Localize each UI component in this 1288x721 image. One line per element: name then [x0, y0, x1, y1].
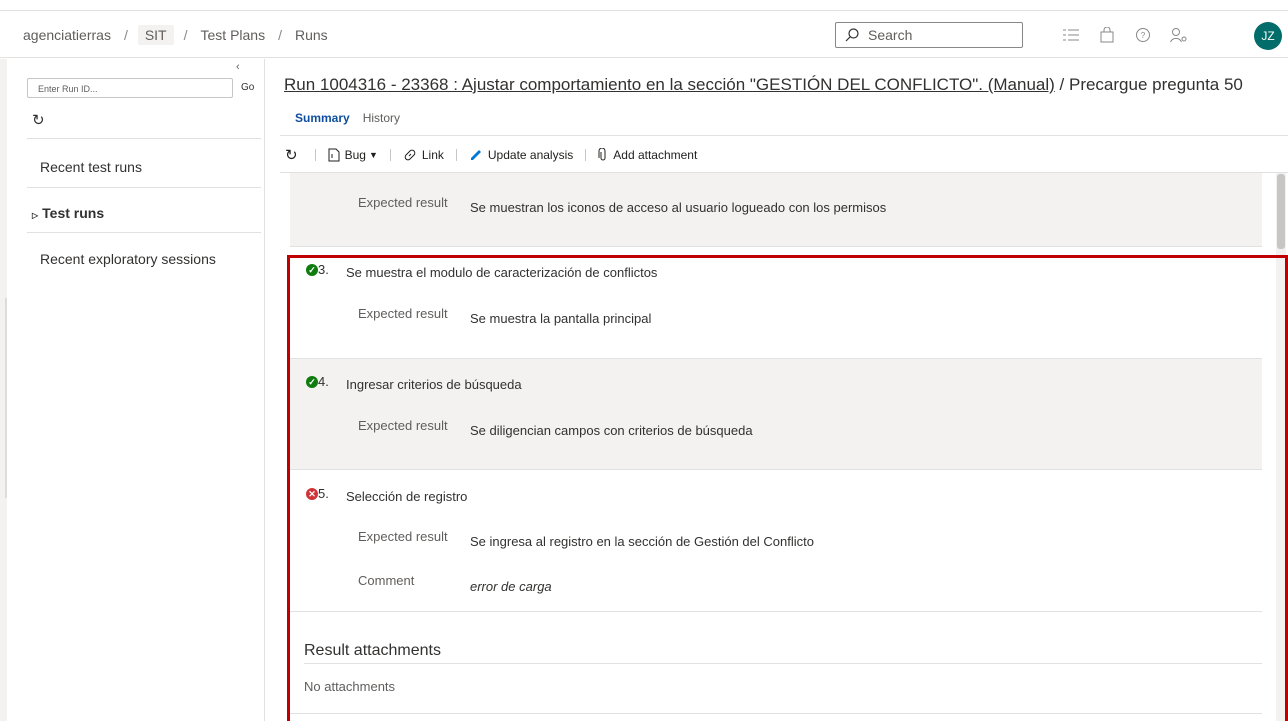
- comment-value: error de carga: [470, 579, 552, 594]
- refresh-button[interactable]: ↻: [285, 146, 303, 164]
- step-row: Expected result Se muestran los iconos d…: [290, 173, 1262, 247]
- expected-result-value: Se diligencian campos con criterios de b…: [470, 423, 753, 438]
- shopping-bag-icon[interactable]: [1096, 24, 1118, 46]
- scrollbar-thumb[interactable]: [1277, 174, 1285, 249]
- top-icons: ?: [1060, 24, 1204, 46]
- toolbar: ↻ Bug ▼ Link Update analysis Add attachm…: [285, 146, 697, 164]
- run-title-link[interactable]: Run 1004316 - 23368 : Ajustar comportami…: [284, 75, 1055, 94]
- step-row: ✓ 3. Se muestra el modulo de caracteriza…: [290, 247, 1262, 359]
- toolbar-separator: [389, 149, 391, 161]
- go-button[interactable]: Go: [241, 82, 254, 93]
- add-attachment-label: Add attachment: [613, 148, 698, 162]
- search-input[interactable]: Search: [835, 22, 1023, 48]
- breadcrumb-test-plans[interactable]: Test Plans: [198, 27, 269, 43]
- breadcrumb-separator: /: [278, 27, 282, 43]
- sidebar-item-label: Test runs: [42, 205, 105, 221]
- result-attachments-title: Result attachments: [304, 642, 441, 659]
- comment-label: Comment: [358, 573, 415, 588]
- user-settings-icon[interactable]: [1168, 24, 1190, 46]
- divider: [27, 138, 261, 139]
- search-placeholder: Search: [868, 27, 913, 43]
- step-number: 4.: [318, 374, 329, 389]
- update-analysis-button[interactable]: Update analysis: [469, 148, 573, 162]
- expected-result-label: Expected result: [358, 529, 448, 544]
- step-title: Se muestra el modulo de caracterización …: [346, 265, 658, 280]
- toolbar-separator: [455, 149, 457, 161]
- run-title-suffix: / Precargue pregunta 50: [1054, 75, 1243, 94]
- link-icon: [404, 149, 416, 161]
- expected-result-label: Expected result: [358, 195, 448, 210]
- step-number: 3.: [318, 262, 329, 277]
- list-icon[interactable]: [1060, 24, 1082, 46]
- svg-text:?: ?: [1141, 31, 1146, 40]
- sidebar-item-recent-exploratory-sessions[interactable]: Recent exploratory sessions: [40, 251, 216, 267]
- add-attachment-button[interactable]: Add attachment: [598, 148, 697, 162]
- bug-icon: [328, 148, 340, 162]
- expected-result-label: Expected result: [358, 306, 448, 321]
- expected-result-value: Se muestra la pantalla principal: [470, 311, 652, 326]
- sidebar-item-test-runs[interactable]: ▷ Test runs: [32, 205, 104, 221]
- divider: [290, 713, 1262, 714]
- check-circle-icon: ✓: [306, 376, 318, 388]
- avatar[interactable]: JZ: [1254, 22, 1282, 50]
- link-label: Link: [421, 148, 444, 162]
- check-circle-icon: ✓: [306, 264, 318, 276]
- step-row: ✓ 4. Ingresar criterios de búsqueda Expe…: [290, 359, 1262, 470]
- toolbar-separator: [314, 149, 316, 161]
- refresh-icon[interactable]: ↻: [32, 111, 45, 129]
- expected-result-label: Expected result: [358, 418, 448, 433]
- breadcrumb-project[interactable]: SIT: [137, 25, 174, 45]
- no-attachments-text: No attachments: [304, 679, 396, 694]
- divider: [27, 232, 261, 233]
- page-title: Run 1004316 - 23368 : Ajustar comportami…: [284, 75, 1243, 95]
- chevron-left-icon[interactable]: ‹: [236, 61, 240, 73]
- breadcrumb-org[interactable]: agenciatierras: [20, 27, 114, 43]
- error-circle-icon: ✕: [306, 488, 318, 500]
- breadcrumb-separator: /: [183, 27, 188, 43]
- run-id-input[interactable]: Enter Run ID...: [27, 78, 233, 98]
- caret-down-icon: ▼: [368, 150, 378, 160]
- breadcrumb-runs[interactable]: Runs: [292, 27, 331, 43]
- bug-button[interactable]: Bug ▼: [328, 148, 378, 162]
- tab-bar: Summary History: [295, 111, 413, 125]
- tab-history[interactable]: History: [363, 111, 400, 125]
- left-panel: ‹ Enter Run ID... Go ↻ Recent test runs …: [7, 59, 265, 721]
- divider: [304, 663, 1262, 664]
- update-analysis-label: Update analysis: [487, 148, 574, 162]
- breadcrumb-separator: /: [123, 27, 128, 43]
- tab-summary[interactable]: Summary: [295, 111, 350, 125]
- bug-label: Bug: [344, 148, 366, 162]
- expected-result-value: Se muestran los iconos de acceso al usua…: [470, 200, 887, 215]
- refresh-icon: ↻: [285, 147, 298, 164]
- step-title: Ingresar criterios de búsqueda: [346, 377, 522, 392]
- step-number: 5.: [318, 486, 329, 501]
- step-row: ✕ 5. Selección de registro Expected resu…: [290, 470, 1262, 612]
- paperclip-icon: [598, 148, 606, 161]
- step-title: Selección de registro: [346, 489, 468, 504]
- divider: [27, 187, 261, 188]
- help-icon[interactable]: ?: [1132, 24, 1154, 46]
- divider: [280, 135, 1288, 136]
- breadcrumb: agenciatierras / SIT / Test Plans / Runs: [20, 25, 331, 45]
- expected-result-value: Se ingresa al registro en la sección de …: [470, 534, 814, 549]
- link-button[interactable]: Link: [403, 148, 444, 162]
- scrollbar-track[interactable]: [1276, 173, 1286, 721]
- caret-right-icon: ▷: [32, 211, 39, 220]
- top-bar: agenciatierras / SIT / Test Plans / Runs…: [0, 10, 1288, 58]
- search-icon: [845, 28, 859, 42]
- sidebar-item-recent-test-runs[interactable]: Recent test runs: [40, 159, 142, 175]
- pencil-icon: [470, 150, 481, 160]
- toolbar-separator: [585, 149, 587, 161]
